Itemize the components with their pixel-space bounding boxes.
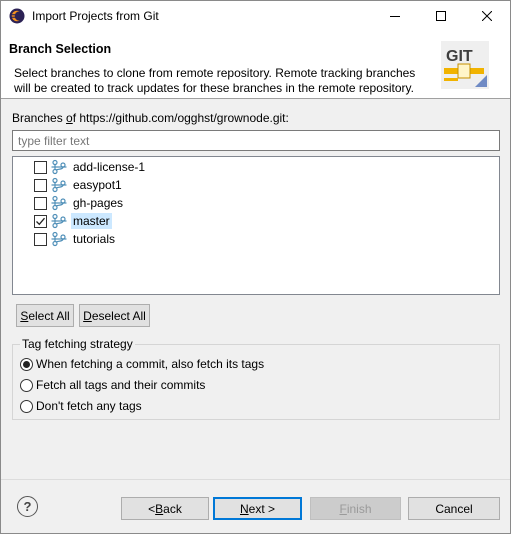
- page-title: Branch Selection: [9, 42, 112, 56]
- next-button[interactable]: Next >: [213, 497, 302, 520]
- wizard-header: Branch Selection Select branches to clon…: [1, 31, 510, 99]
- branch-icon: [51, 195, 67, 211]
- radio-fetch-all-tags[interactable]: Fetch all tags and their commits: [20, 377, 205, 393]
- radio-button[interactable]: [20, 357, 33, 371]
- branch-checkbox[interactable]: [34, 160, 47, 174]
- branch-icon: [51, 231, 67, 247]
- list-item[interactable]: add-license-1: [13, 158, 499, 176]
- eclipse-icon: [9, 8, 25, 24]
- branch-label: add-license-1: [73, 160, 146, 174]
- radio-label: Fetch all tags and their commits: [36, 378, 206, 392]
- maximize-icon: [436, 11, 446, 21]
- finish-button[interactable]: Finish: [310, 497, 401, 520]
- branch-checkbox[interactable]: [34, 178, 47, 192]
- cancel-button[interactable]: Cancel: [408, 497, 500, 520]
- back-button[interactable]: < Back: [121, 497, 209, 520]
- page-description: Select branches to clone from remote rep…: [14, 66, 416, 95]
- branch-icon: [51, 213, 67, 229]
- radio-fetch-commit-tags[interactable]: When fetching a commit, also fetch its t…: [20, 356, 264, 372]
- radio-button[interactable]: [20, 399, 33, 413]
- list-item[interactable]: easypot1: [13, 176, 499, 194]
- branch-label: tutorials: [73, 232, 116, 246]
- help-button[interactable]: ?: [17, 496, 38, 517]
- radio-label: Don't fetch any tags: [36, 399, 142, 413]
- radio-label: When fetching a commit, also fetch its t…: [36, 357, 265, 371]
- maximize-button[interactable]: [418, 1, 464, 31]
- close-button[interactable]: [464, 1, 510, 31]
- tag-strategy-group: Tag fetching strategy When fetching a co…: [12, 337, 500, 420]
- radio-dot: [23, 360, 30, 368]
- branch-icon: [51, 177, 67, 193]
- deselect-all-button[interactable]: Deselect All: [79, 304, 150, 327]
- window-title: Import Projects from Git: [32, 9, 159, 23]
- branches-label: Branches of https://github.com/ogghst/gr…: [12, 111, 289, 125]
- list-item[interactable]: gh-pages: [13, 194, 499, 212]
- branch-icon: [51, 159, 67, 175]
- group-label: Tag fetching strategy: [20, 337, 135, 351]
- branch-checkbox[interactable]: [34, 196, 47, 210]
- list-item[interactable]: master: [13, 212, 499, 230]
- git-logo-icon: GIT: [441, 41, 489, 89]
- minimize-icon: [390, 16, 400, 17]
- close-icon: [482, 11, 492, 21]
- minimize-button[interactable]: [372, 1, 418, 31]
- help-icon: ?: [23, 499, 32, 514]
- branch-label: master: [71, 213, 112, 229]
- branch-label: gh-pages: [73, 196, 124, 210]
- select-all-button[interactable]: Select All: [16, 304, 74, 327]
- branch-label: easypot1: [73, 178, 122, 192]
- branch-checkbox[interactable]: [34, 214, 47, 228]
- git-logo-text: GIT: [446, 48, 473, 65]
- dialog-window: Import Projects from Git Branch Selectio…: [0, 0, 511, 534]
- checkmark-icon: [36, 217, 45, 225]
- filter-input[interactable]: [12, 130, 500, 151]
- branch-checkbox[interactable]: [34, 232, 47, 246]
- list-item[interactable]: tutorials: [13, 230, 499, 248]
- radio-button[interactable]: [20, 378, 33, 392]
- title-bar: Import Projects from Git: [1, 1, 510, 31]
- radio-no-tags[interactable]: Don't fetch any tags: [20, 398, 142, 414]
- branch-list[interactable]: add-license-1 easypot1 gh-pages master t…: [12, 156, 500, 295]
- footer-separator: [1, 479, 510, 480]
